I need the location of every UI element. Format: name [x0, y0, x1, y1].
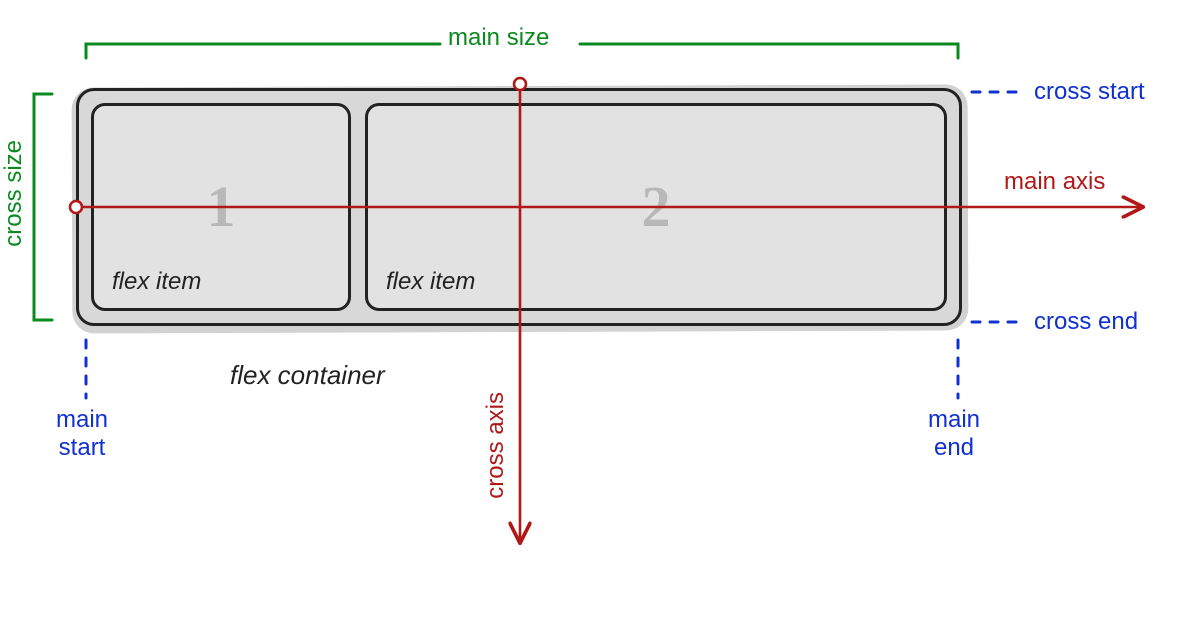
- cross-end-label: cross end: [1034, 308, 1138, 336]
- flex-container: 1 flex item 2 flex item: [76, 88, 962, 326]
- flex-item-label: flex item: [112, 268, 201, 296]
- flex-item-1: 1 flex item: [91, 103, 351, 311]
- cross-start-label: cross start: [1034, 78, 1145, 106]
- main-axis-label: main axis: [1004, 168, 1105, 196]
- flex-item-label: flex item: [386, 268, 475, 296]
- main-size-label: main size: [448, 24, 549, 52]
- diagram-stage: 1 flex item 2 flex item flex container: [0, 0, 1200, 628]
- flex-item-number: 1: [207, 178, 236, 236]
- main-start-label: main start: [56, 406, 108, 461]
- flex-item-2: 2 flex item: [365, 103, 947, 311]
- main-end-label: main end: [928, 406, 980, 461]
- cross-size-bracket-icon: [34, 94, 52, 320]
- flex-item-number: 2: [642, 178, 671, 236]
- flex-container-label: flex container: [230, 360, 385, 391]
- cross-size-label: cross size: [0, 140, 28, 247]
- cross-axis-label: cross axis: [482, 392, 510, 499]
